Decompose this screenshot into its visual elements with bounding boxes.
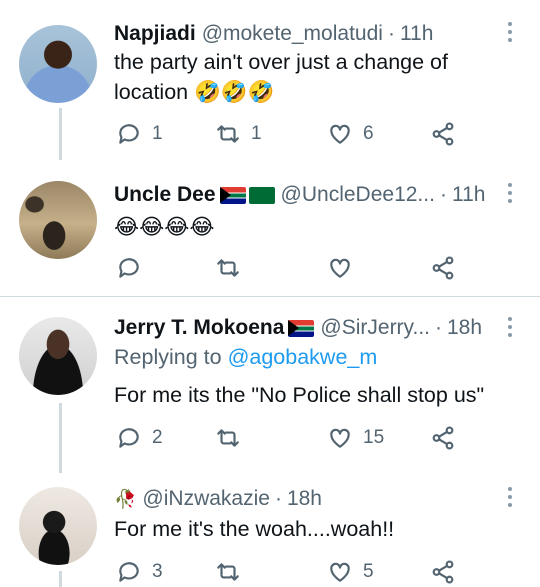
like-button[interactable]: 5 xyxy=(327,555,374,587)
name-emoji: 🥀 xyxy=(114,488,137,509)
retweet-button[interactable] xyxy=(215,251,251,285)
retweet-button[interactable]: 1 xyxy=(215,117,262,151)
share-button[interactable] xyxy=(430,421,456,455)
more-options-icon[interactable] xyxy=(507,487,513,507)
share-icon xyxy=(432,256,454,280)
reply-icon xyxy=(119,124,139,144)
retweet-icon xyxy=(217,429,239,447)
reply-count: 2 xyxy=(152,427,163,448)
timestamp[interactable]: 11h xyxy=(400,22,433,46)
tweet[interactable]: Uncle Dee @UncleDee12... · 11h 😂😂😂😂 xyxy=(0,160,540,296)
reply-icon xyxy=(119,428,139,448)
separator: · xyxy=(274,487,282,510)
thread-line xyxy=(59,403,62,473)
tweet-text: For me its the "No Police shall stop us" xyxy=(114,383,485,407)
tweet-text-container: For me its the "No Police shall stop us" xyxy=(114,380,500,410)
emoji: 🤣🤣🤣 xyxy=(194,80,275,104)
tweet-text-container: 😂😂😂😂 xyxy=(114,212,500,242)
reply-button[interactable]: 1 xyxy=(116,117,163,151)
like-button[interactable]: 6 xyxy=(327,117,374,151)
like-count: 15 xyxy=(363,427,385,448)
more-options-icon[interactable] xyxy=(507,22,513,42)
replying-to-label: Replying to xyxy=(114,345,222,369)
replying-to-link[interactable]: @agobakwe_m xyxy=(228,345,378,369)
heart-icon xyxy=(330,258,350,278)
display-name[interactable]: Uncle Dee xyxy=(114,183,216,207)
share-button[interactable] xyxy=(430,117,456,151)
share-icon xyxy=(432,122,454,146)
share-button[interactable] xyxy=(430,555,456,587)
like-count: 5 xyxy=(363,561,374,582)
share-icon xyxy=(432,560,454,584)
avatar[interactable] xyxy=(19,181,97,259)
south-africa-flag-icon xyxy=(288,319,315,337)
like-button[interactable]: 15 xyxy=(327,421,384,455)
reply-button[interactable]: 2 xyxy=(116,421,163,455)
action-bar xyxy=(114,251,474,285)
handle[interactable]: @SirJerry... xyxy=(320,316,430,340)
retweet-icon xyxy=(217,259,239,277)
reply-button[interactable] xyxy=(116,251,152,285)
handle[interactable]: @UncleDee12... xyxy=(281,183,435,207)
replying-to: Replying to @agobakwe_m xyxy=(114,345,377,370)
reply-button[interactable]: 3 xyxy=(116,555,163,587)
reply-icon xyxy=(119,562,139,582)
heart-icon xyxy=(330,124,350,144)
display-name[interactable]: Jerry T. Mokoena xyxy=(114,316,284,340)
share-button[interactable] xyxy=(430,251,456,285)
action-bar: 2 15 xyxy=(114,421,474,455)
handle[interactable]: @iNzwakazie xyxy=(142,487,270,511)
tweet-text-container: For me it's the woah....woah!! xyxy=(114,514,500,544)
retweet-button[interactable] xyxy=(215,555,251,587)
south-africa-flag-icon xyxy=(219,186,246,204)
tweet-text-container: the party ain't over just a change of lo… xyxy=(114,47,500,107)
avatar[interactable] xyxy=(19,317,97,395)
action-bar: 3 5 xyxy=(114,555,474,587)
tweet[interactable]: Jerry T. Mokoena @SirJerry... · 18h Repl… xyxy=(0,297,540,473)
action-bar: 1 1 6 xyxy=(114,117,474,151)
heart-icon xyxy=(330,428,350,448)
separator: · xyxy=(435,316,442,339)
retweet-button[interactable] xyxy=(215,421,251,455)
like-count: 6 xyxy=(363,123,374,144)
saudi-arabia-flag-icon xyxy=(248,186,275,204)
timestamp[interactable]: 11h xyxy=(452,183,485,207)
timestamp[interactable]: 18h xyxy=(447,316,482,340)
heart-icon xyxy=(330,562,350,582)
timestamp[interactable]: 18h xyxy=(287,487,322,511)
tweet-text: For me it's the woah....woah!! xyxy=(114,517,395,541)
reply-count: 3 xyxy=(152,561,163,582)
retweet-count: 1 xyxy=(251,123,262,144)
tweet-text: the party ain't over just a change of lo… xyxy=(114,50,448,104)
avatar[interactable] xyxy=(19,487,97,565)
tweet[interactable]: 🥀 @iNzwakazie · 18h For me it's the woah… xyxy=(0,473,540,587)
share-icon xyxy=(432,426,454,450)
tweet[interactable]: Napjiadi @mokete_molatudi · 11h the part… xyxy=(0,0,540,160)
thread-line xyxy=(59,571,62,587)
more-options-icon[interactable] xyxy=(507,317,513,337)
separator: · xyxy=(387,22,395,45)
thread-line xyxy=(59,108,62,160)
avatar[interactable] xyxy=(19,25,97,103)
handle[interactable]: @mokete_molatudi xyxy=(202,22,383,46)
display-name[interactable]: Napjiadi xyxy=(114,22,196,46)
separator: · xyxy=(439,183,447,206)
like-button[interactable] xyxy=(327,251,363,285)
reply-count: 1 xyxy=(152,123,163,144)
retweet-icon xyxy=(217,563,239,581)
emoji: 😂😂😂😂 xyxy=(114,215,215,239)
retweet-icon xyxy=(217,125,239,143)
reply-icon xyxy=(119,258,139,278)
more-options-icon[interactable] xyxy=(507,183,513,203)
